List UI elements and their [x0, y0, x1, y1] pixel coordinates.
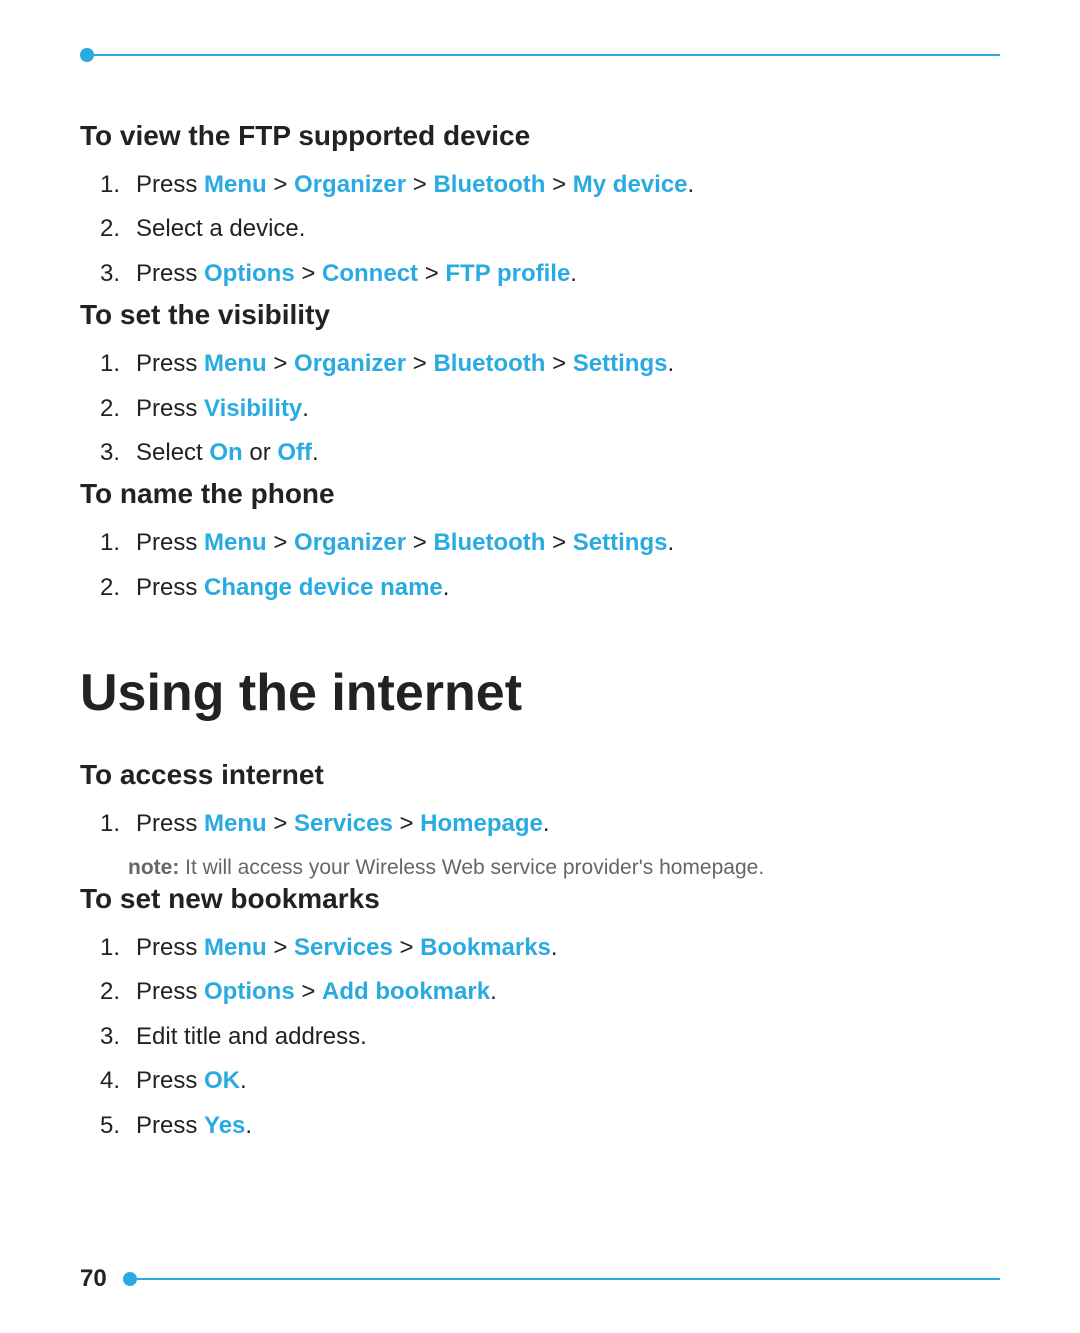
- section-new-bookmarks: To set new bookmarks 1. Press Menu > Ser…: [80, 883, 1000, 1145]
- step-number: 2.: [100, 569, 128, 607]
- link-services: Services: [294, 810, 393, 837]
- bottom-dot: [123, 1272, 137, 1286]
- list-item: 2. Press Visibility.: [100, 390, 1000, 428]
- link-off: Off: [277, 439, 312, 466]
- list-item: 1. Press Menu > Organizer > Bluetooth > …: [100, 524, 1000, 562]
- step-number: 3.: [100, 1018, 128, 1056]
- step-text: Press Menu > Organizer > Bluetooth > Set…: [136, 345, 674, 383]
- step-number: 5.: [100, 1107, 128, 1145]
- link-bluetooth: Bluetooth: [433, 529, 545, 556]
- link-menu: Menu: [204, 171, 267, 198]
- link-homepage: Homepage: [420, 810, 543, 837]
- major-section-title: Using the internet: [80, 663, 1000, 723]
- link-services: Services: [294, 934, 393, 961]
- link-my-device: My device: [573, 171, 688, 198]
- step-text: Press Change device name.: [136, 569, 449, 607]
- step-text: Press Yes.: [136, 1107, 252, 1145]
- step-number: 4.: [100, 1062, 128, 1100]
- link-bluetooth: Bluetooth: [433, 171, 545, 198]
- step-text: Edit title and address.: [136, 1018, 367, 1056]
- link-on: On: [209, 439, 242, 466]
- step-text: Press Menu > Services > Homepage.: [136, 805, 550, 843]
- step-text: Press Menu > Organizer > Bluetooth > Set…: [136, 524, 674, 562]
- link-options: Options: [204, 978, 295, 1005]
- link-change-device-name: Change device name: [204, 574, 443, 601]
- step-text: Press Menu > Services > Bookmarks.: [136, 929, 558, 967]
- section-view-ftp: To view the FTP supported device 1. Pres…: [80, 120, 1000, 293]
- step-text: Press OK.: [136, 1062, 247, 1100]
- step-number: 3.: [100, 434, 128, 472]
- step-number: 1.: [100, 524, 128, 562]
- link-visibility: Visibility: [204, 395, 302, 422]
- list-item: 3. Select On or Off.: [100, 434, 1000, 472]
- step-number: 2.: [100, 210, 128, 248]
- steps-list-new-bookmarks: 1. Press Menu > Services > Bookmarks. 2.…: [100, 929, 1000, 1145]
- link-menu: Menu: [204, 810, 267, 837]
- step-number: 3.: [100, 255, 128, 293]
- note-label: note:: [128, 856, 179, 879]
- section-heading-access-internet: To access internet: [80, 759, 1000, 791]
- link-ftp-profile: FTP profile: [445, 260, 570, 287]
- step-text: Select On or Off.: [136, 434, 319, 472]
- steps-list-access-internet: 1. Press Menu > Services > Homepage.: [100, 805, 1000, 843]
- link-menu: Menu: [204, 934, 267, 961]
- step-number: 1.: [100, 166, 128, 204]
- section-heading-new-bookmarks: To set new bookmarks: [80, 883, 1000, 915]
- link-options: Options: [204, 260, 295, 287]
- section-heading-name-phone: To name the phone: [80, 478, 1000, 510]
- link-settings: Settings: [573, 350, 668, 377]
- list-item: 4. Press OK.: [100, 1062, 1000, 1100]
- section-access-internet: To access internet 1. Press Menu > Servi…: [80, 759, 1000, 883]
- steps-list-visibility: 1. Press Menu > Organizer > Bluetooth > …: [100, 345, 1000, 472]
- link-connect: Connect: [322, 260, 418, 287]
- link-ok: OK: [204, 1067, 240, 1094]
- link-organizer: Organizer: [294, 529, 406, 556]
- link-menu: Menu: [204, 529, 267, 556]
- note-access-internet: note: It will access your Wireless Web s…: [128, 852, 1000, 884]
- step-number: 2.: [100, 390, 128, 428]
- link-bookmarks: Bookmarks: [420, 934, 551, 961]
- list-item: 2. Select a device.: [100, 210, 1000, 248]
- bottom-line: [137, 1278, 1000, 1280]
- step-number: 1.: [100, 805, 128, 843]
- list-item: 3. Press Options > Connect > FTP profile…: [100, 255, 1000, 293]
- link-menu: Menu: [204, 350, 267, 377]
- list-item: 1. Press Menu > Organizer > Bluetooth > …: [100, 166, 1000, 204]
- list-item: 3. Edit title and address.: [100, 1018, 1000, 1056]
- link-organizer: Organizer: [294, 350, 406, 377]
- link-add-bookmark: Add bookmark: [322, 978, 490, 1005]
- link-bluetooth: Bluetooth: [433, 350, 545, 377]
- step-text: Press Options > Add bookmark.: [136, 973, 497, 1011]
- steps-list-name-phone: 1. Press Menu > Organizer > Bluetooth > …: [100, 524, 1000, 607]
- list-item: 2. Press Options > Add bookmark.: [100, 973, 1000, 1011]
- step-text: Select a device.: [136, 210, 305, 248]
- link-organizer: Organizer: [294, 171, 406, 198]
- list-item: 1. Press Menu > Services > Homepage.: [100, 805, 1000, 843]
- section-heading-visibility: To set the visibility: [80, 299, 1000, 331]
- list-item: 2. Press Change device name.: [100, 569, 1000, 607]
- section-set-visibility: To set the visibility 1. Press Menu > Or…: [80, 299, 1000, 472]
- section-name-phone: To name the phone 1. Press Menu > Organi…: [80, 478, 1000, 607]
- list-item: 1. Press Menu > Organizer > Bluetooth > …: [100, 345, 1000, 383]
- bottom-decorative-area: 70: [80, 1265, 1000, 1293]
- page-content: To view the FTP supported device 1. Pres…: [80, 120, 1000, 1145]
- list-item: 1. Press Menu > Services > Bookmarks.: [100, 929, 1000, 967]
- steps-list-view-ftp: 1. Press Menu > Organizer > Bluetooth > …: [100, 166, 1000, 293]
- section-heading-view-ftp: To view the FTP supported device: [80, 120, 1000, 152]
- page-number: 70: [80, 1265, 107, 1293]
- step-text: Press Menu > Organizer > Bluetooth > My …: [136, 166, 694, 204]
- list-item: 5. Press Yes.: [100, 1107, 1000, 1145]
- step-number: 1.: [100, 929, 128, 967]
- step-number: 1.: [100, 345, 128, 383]
- step-number: 2.: [100, 973, 128, 1011]
- step-text: Press Visibility.: [136, 390, 309, 428]
- link-settings: Settings: [573, 529, 668, 556]
- link-yes: Yes: [204, 1112, 245, 1139]
- step-text: Press Options > Connect > FTP profile.: [136, 255, 577, 293]
